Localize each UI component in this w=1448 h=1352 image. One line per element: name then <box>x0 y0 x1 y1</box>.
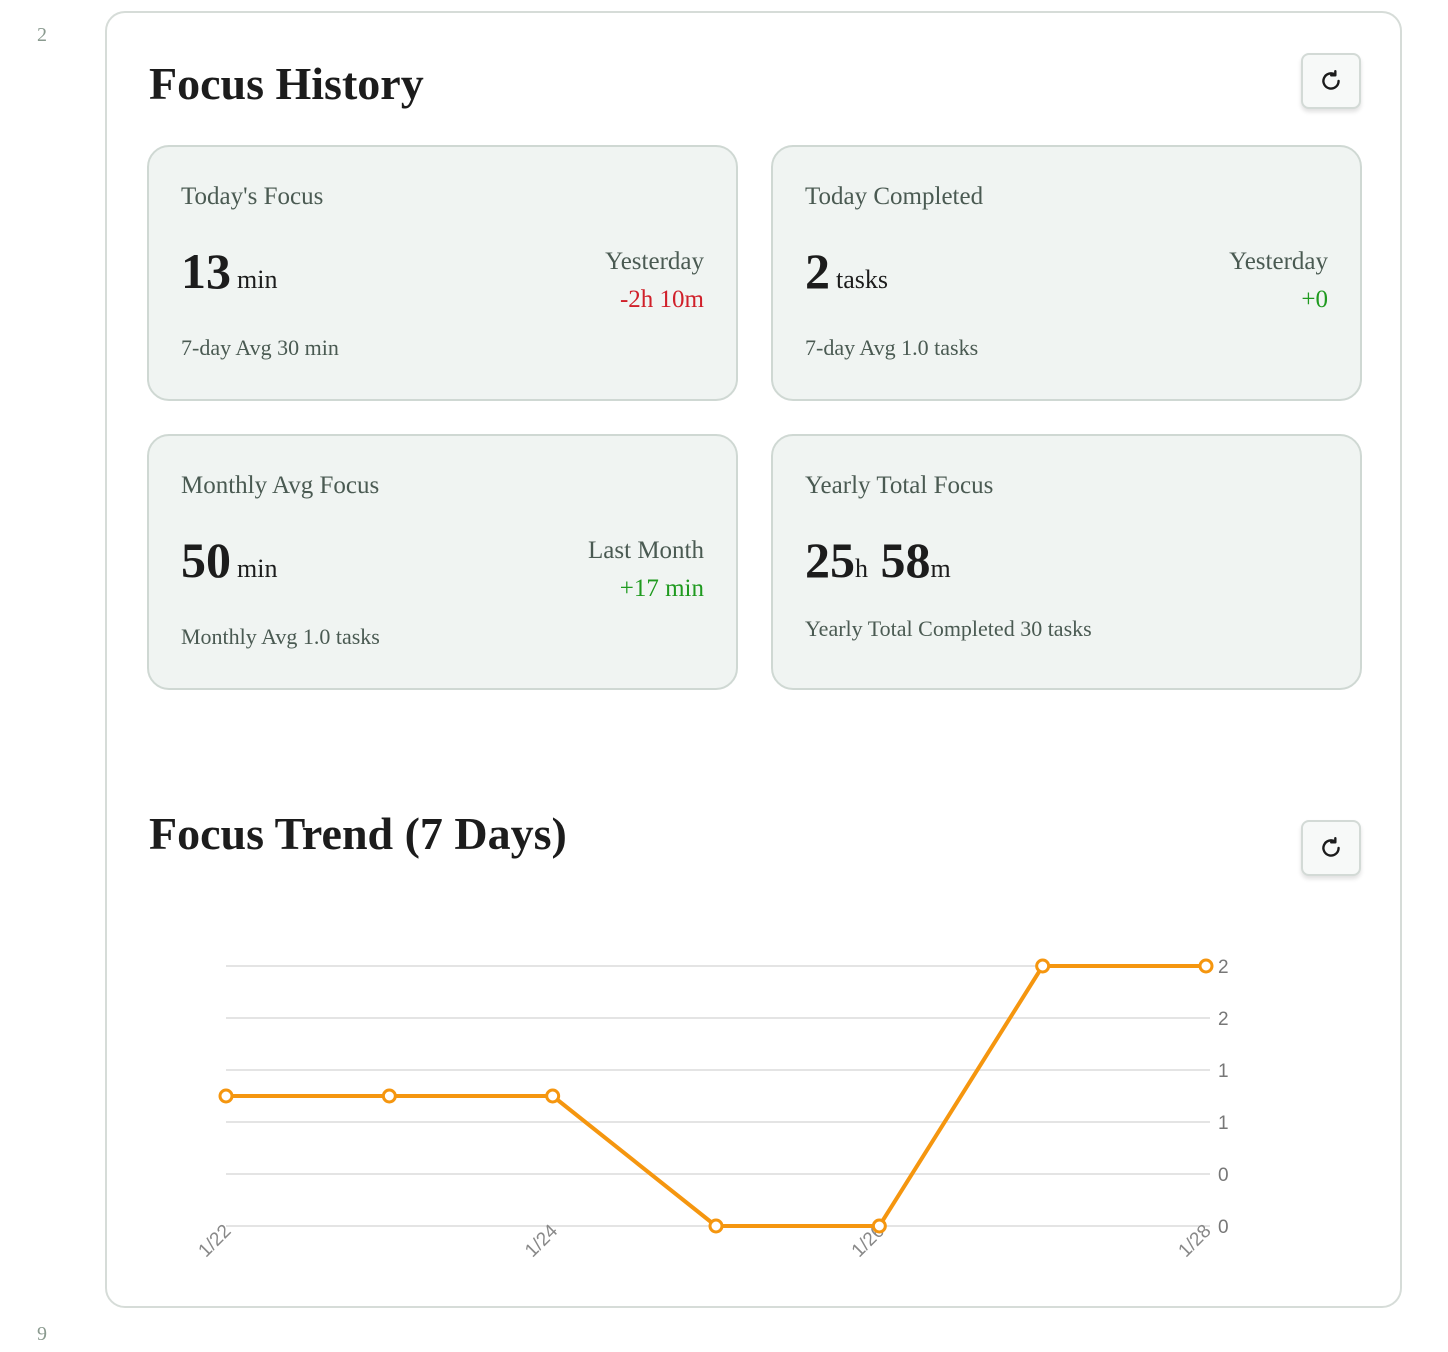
card-footer: Yearly Total Completed 30 tasks <box>805 616 1092 641</box>
today-focus-card: Today's Focus 13 min Yesterday -2h 10m 7-… <box>147 145 738 401</box>
focus-trend-refresh-button[interactable] <box>1301 820 1361 876</box>
card-value: 25h 58m <box>805 532 951 597</box>
gutter-number-bottom: 9 <box>37 1323 47 1345</box>
refresh-icon <box>1322 70 1340 90</box>
gutter-number-top: 2 <box>37 24 47 46</box>
x-tick-label: 1/28 <box>1175 1221 1216 1262</box>
data-point[interactable] <box>708 1218 724 1234</box>
focus-history-refresh-button[interactable] <box>1301 53 1361 109</box>
value-number: 13 <box>181 243 231 299</box>
data-point[interactable] <box>871 1218 887 1234</box>
compare-value: -2h 10m <box>619 286 704 313</box>
monthly-avg-card: Monthly Avg Focus 50 min Last Month +17 m… <box>147 434 738 690</box>
value-unit: min <box>237 265 278 294</box>
data-point[interactable] <box>381 1088 397 1104</box>
data-point[interactable] <box>545 1088 561 1104</box>
y-tick-label: 2 <box>1218 1009 1229 1030</box>
today-completed-card: Today Completed 2 tasks Yesterday +0 7-da… <box>771 145 1362 401</box>
card-compare: Last Month +17 min <box>588 532 704 608</box>
focus-trend-chart: 0011221/22 1/24 1/26 1/28 <box>195 957 1229 1262</box>
minutes-unit: m <box>930 554 951 583</box>
hours-unit: h <box>855 554 868 583</box>
yearly-total-card: Yearly Total Focus 25h 58m Yearly Total … <box>771 434 1362 690</box>
data-point[interactable] <box>1198 958 1214 974</box>
card-label: Yearly Total Focus <box>805 472 994 499</box>
compare-label: Last Month <box>588 537 704 564</box>
card-footer: 7-day Avg 30 min <box>181 335 339 360</box>
y-tick-label: 0 <box>1218 1165 1229 1186</box>
card-label: Today Completed <box>805 183 984 210</box>
card-footer: Monthly Avg 1.0 tasks <box>181 624 380 649</box>
refresh-icon <box>1322 837 1340 857</box>
series-line <box>226 964 1206 1228</box>
data-point[interactable] <box>1035 958 1051 974</box>
compare-value: +17 min <box>619 575 704 602</box>
value-number: 2 <box>805 243 830 299</box>
compare-label: Yesterday <box>605 248 704 275</box>
card-label: Today's Focus <box>181 183 324 210</box>
card-compare: Yesterday -2h 10m <box>605 243 704 319</box>
value-unit: tasks <box>836 265 888 294</box>
y-tick-label: 0 <box>1218 1217 1229 1238</box>
card-value: 13 min <box>181 243 277 308</box>
y-tick-label: 1 <box>1218 1113 1229 1134</box>
compare-label: Yesterday <box>1229 248 1328 275</box>
value-unit: min <box>237 554 278 583</box>
y-tick-label: 2 <box>1218 957 1229 978</box>
compare-value: +0 <box>1301 286 1328 313</box>
card-value: 2 tasks <box>805 243 888 308</box>
focus-history-title: Focus History <box>149 58 424 109</box>
card-footer: 7-day Avg 1.0 tasks <box>805 335 979 360</box>
minutes-number: 58 <box>880 532 931 588</box>
data-point[interactable] <box>218 1088 234 1104</box>
card-value: 50 min <box>181 532 277 597</box>
card-label: Monthly Avg Focus <box>181 472 380 499</box>
focus-trend-title: Focus Trend (7 Days) <box>149 808 567 859</box>
card-compare: Yesterday +0 <box>1229 243 1328 319</box>
x-tick-label: 1/22 <box>195 1221 236 1262</box>
y-tick-label: 1 <box>1218 1061 1229 1082</box>
hours-number: 25 <box>805 532 855 588</box>
value-number: 50 <box>181 532 231 588</box>
